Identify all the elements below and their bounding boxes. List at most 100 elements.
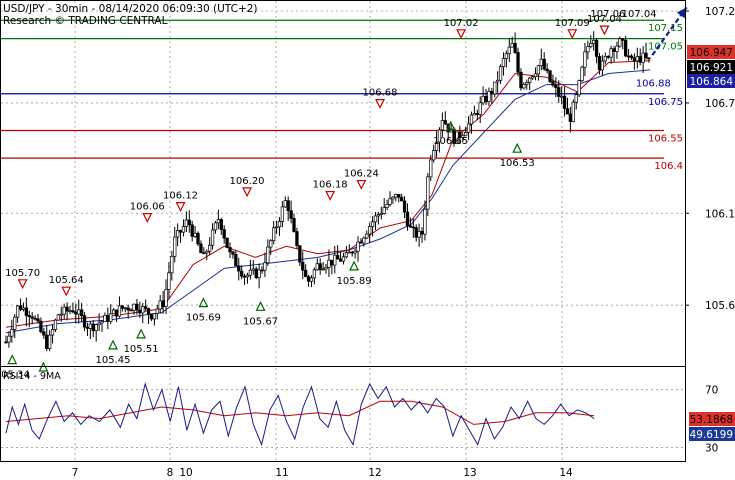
pivot-low-label: 106.65 (433, 136, 468, 147)
candle-body (170, 255, 174, 274)
candle-body (408, 225, 413, 228)
candle-body (507, 46, 511, 55)
rsi-title: RSI14 - 9MA (3, 371, 61, 382)
pivot-high-label: 106.06 (130, 202, 165, 213)
candle-body (301, 261, 305, 271)
pivot-high-marker (242, 187, 253, 198)
candle-body (161, 300, 165, 307)
candle-body (466, 123, 471, 133)
candle-body (394, 194, 398, 198)
candle-body (146, 308, 151, 315)
pivot-low-marker (255, 300, 266, 311)
x-tick-label: 10 (179, 467, 192, 479)
pivot-high-label: 107.02 (444, 18, 479, 29)
x-tick-label: 7 (72, 467, 79, 479)
candle-body (257, 269, 261, 279)
candle-body (641, 52, 645, 63)
candle-body (187, 219, 191, 226)
chart-subtitle: Research © TRADING CENTRAL (3, 15, 168, 27)
pivot-high-marker (456, 29, 467, 40)
candle-body (501, 58, 506, 67)
candle-body (612, 48, 616, 52)
chart-title: USD/JPY - 30min - 08/14/2020 06:09:30 (U… (3, 3, 258, 15)
candle-body (557, 87, 561, 97)
pivot-high-marker (356, 179, 367, 190)
candle-body (522, 83, 526, 89)
candle-body (565, 108, 570, 115)
pivot-low-label: 106.53 (500, 158, 535, 169)
y-tick-label: 107.2 (705, 6, 735, 18)
candle-body (624, 39, 628, 57)
candle-body (309, 277, 314, 282)
candle-body (123, 307, 127, 310)
y-tick-label: 105.6 (705, 300, 735, 312)
top-price-label: 107.06 (590, 9, 625, 20)
candle-body (88, 323, 93, 329)
candle-body (4, 341, 8, 344)
candle-body (85, 326, 90, 329)
candle-body (324, 266, 328, 270)
candle-body (373, 215, 378, 223)
candle-body (420, 230, 424, 235)
candle-body (222, 229, 226, 239)
candle-body (173, 236, 177, 257)
candle-body (440, 120, 445, 131)
level-label: 106.75 (648, 97, 683, 108)
pivot-low-marker (136, 328, 147, 339)
candle-body (542, 58, 546, 70)
candle-body (10, 329, 14, 337)
candle-body (94, 324, 98, 332)
candle-body (487, 90, 491, 102)
inline-level-label: 106.88 (636, 79, 671, 90)
candle-body (312, 269, 317, 279)
candle-body (24, 307, 29, 316)
candle-body (59, 313, 63, 316)
pivot-low-marker (108, 339, 118, 350)
candle-body (184, 219, 189, 227)
candle-body (254, 268, 258, 279)
candle-body (155, 308, 159, 314)
candle-body (47, 334, 52, 349)
candle-body (7, 335, 11, 343)
y-tick-label: 106.7 (705, 98, 735, 110)
candle-body (315, 263, 319, 271)
candle-body (464, 132, 468, 136)
x-tick-label: 8 (167, 467, 174, 479)
candle-body (426, 176, 430, 210)
candle-body (272, 227, 276, 241)
candle-body (525, 82, 529, 85)
candle-body (632, 57, 637, 62)
candle-body (417, 230, 421, 238)
candle-body (266, 246, 270, 264)
candle-body (347, 251, 351, 254)
candle-body (50, 329, 55, 336)
candle-body (577, 80, 581, 96)
candle-body (362, 237, 366, 244)
candle-body (397, 194, 401, 198)
candle-body (586, 46, 590, 53)
pivot-high-label: 107.09 (555, 18, 590, 29)
candle-body (62, 306, 66, 315)
pivot-high-marker (375, 99, 386, 109)
candle-body (321, 268, 325, 271)
pivot-low-marker (7, 354, 18, 365)
candle-body (327, 259, 331, 268)
pivot-high-label: 106.12 (163, 191, 198, 202)
candle-body (33, 317, 37, 320)
candle-body (248, 269, 253, 276)
candle-body (68, 310, 72, 312)
candle-body (225, 237, 229, 248)
pivot-high-marker (142, 213, 153, 223)
candle-body (39, 320, 43, 333)
pivot-high-marker (175, 202, 186, 212)
rsi-y-tick-label: 30 (705, 443, 718, 455)
candle-body (56, 314, 61, 321)
candle-body (91, 323, 95, 332)
candle-body (196, 232, 200, 245)
candle-body (344, 252, 349, 258)
candle-body (536, 65, 541, 75)
candle-body (318, 263, 322, 271)
candle-body (27, 315, 31, 318)
candle-body (330, 259, 334, 266)
candle-body (149, 313, 154, 320)
